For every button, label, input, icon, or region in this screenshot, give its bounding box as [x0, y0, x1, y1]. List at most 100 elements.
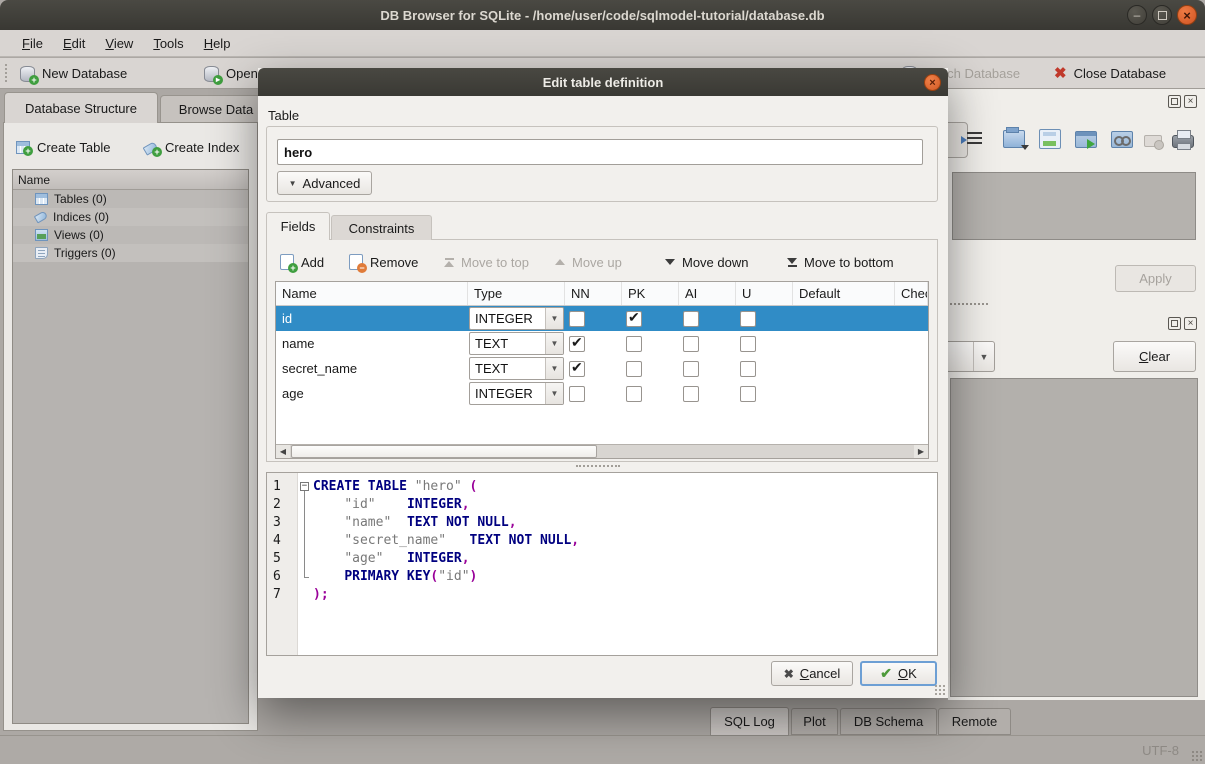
apply-button[interactable]: Apply	[1115, 265, 1196, 292]
tree-item[interactable]: Indices (0)	[13, 208, 248, 226]
dialog-resize-grip[interactable]	[934, 684, 945, 695]
maximize-icon[interactable]	[1152, 5, 1172, 25]
type-select[interactable]: INTEGER▼	[469, 382, 564, 405]
pk-checkbox[interactable]	[626, 336, 642, 352]
column-header-pk[interactable]: PK	[622, 282, 679, 305]
dialog-tab-fields[interactable]: Fields	[266, 212, 330, 240]
column-header-nn[interactable]: NN	[565, 282, 622, 305]
dialog-close-icon[interactable]: ×	[924, 74, 941, 91]
column-header-type[interactable]: Type	[468, 282, 565, 305]
toolbar-grip[interactable]	[5, 64, 11, 82]
nn-checkbox[interactable]	[569, 361, 585, 377]
scroll-left-icon[interactable]: ◀	[276, 445, 290, 458]
titlebar[interactable]: DB Browser for SQLite - /home/user/code/…	[0, 0, 1205, 30]
field-name-cell[interactable]: name	[276, 336, 468, 351]
tab-database-structure[interactable]: Database Structure	[4, 92, 158, 123]
fold-marker[interactable]	[297, 478, 313, 496]
bottom-tab-plot[interactable]: Plot	[791, 708, 838, 735]
dialog-titlebar[interactable]: Edit table definition ×	[258, 68, 948, 96]
sql-preview[interactable]: 1CREATE TABLE "hero" (2 "id" INTEGER,3 "…	[266, 472, 938, 656]
column-header-u[interactable]: U	[736, 282, 793, 305]
tab-browse-data[interactable]: Browse Data	[160, 95, 272, 123]
remove-button[interactable]: −Remove	[349, 249, 418, 275]
tree-item[interactable]: Views (0)	[13, 226, 248, 244]
move-down-button[interactable]: Move down	[665, 249, 748, 275]
null-toggle-icon[interactable]	[1144, 135, 1162, 147]
u-checkbox[interactable]	[740, 386, 756, 402]
cancel-button[interactable]: ✖ Cancel	[771, 661, 853, 686]
dock-float-icon[interactable]	[1168, 95, 1181, 108]
u-checkbox[interactable]	[740, 311, 756, 327]
scroll-right-icon[interactable]: ▶	[914, 445, 928, 458]
tree-item[interactable]: Tables (0)	[13, 190, 248, 208]
ai-checkbox[interactable]	[683, 336, 699, 352]
dock-splitter[interactable]	[950, 303, 988, 308]
pk-checkbox[interactable]	[626, 311, 642, 327]
encoding-indicator[interactable]: UTF-8	[1142, 743, 1179, 758]
chevron-down-icon[interactable]: ▼	[545, 308, 563, 329]
menu-tools[interactable]: Tools	[143, 33, 193, 54]
ai-checkbox[interactable]	[683, 361, 699, 377]
chevron-down-icon[interactable]: ▼	[545, 333, 563, 354]
new-database-button[interactable]: + New Database	[16, 61, 131, 86]
save-file-icon[interactable]	[1039, 129, 1061, 149]
open-file-icon[interactable]	[1003, 130, 1025, 148]
u-checkbox[interactable]	[740, 361, 756, 377]
menu-view[interactable]: View	[95, 33, 143, 54]
menu-file[interactable]: File	[12, 33, 53, 54]
dialog-tab-constraints[interactable]: Constraints	[331, 215, 432, 240]
close-database-button[interactable]: ✖ Close Database	[1050, 61, 1170, 86]
print-icon[interactable]	[1172, 135, 1194, 148]
nn-checkbox[interactable]	[569, 311, 585, 327]
chevron-down-icon[interactable]: ▼	[545, 383, 563, 404]
field-name-cell[interactable]: secret_name	[276, 361, 468, 376]
type-select[interactable]: INTEGER▼	[469, 307, 564, 330]
horizontal-scrollbar[interactable]: ◀ ▶	[276, 444, 928, 458]
type-select[interactable]: TEXT▼	[469, 357, 564, 380]
tree-header[interactable]: Name	[13, 170, 248, 190]
tree-item[interactable]: Triggers (0)	[13, 244, 248, 262]
menu-edit[interactable]: Edit	[53, 33, 95, 54]
clear-button[interactable]: Clear	[1113, 341, 1196, 372]
bottom-tab-remote[interactable]: Remote	[938, 708, 1011, 735]
field-row-age[interactable]: ageINTEGER▼	[276, 381, 928, 406]
move-to-bottom-button[interactable]: Move to bottom	[787, 249, 894, 275]
u-checkbox[interactable]	[740, 336, 756, 352]
schema-tree[interactable]: Name Tables (0)Indices (0)Views (0)Trigg…	[12, 169, 249, 724]
advanced-button[interactable]: ▼ Advanced	[277, 171, 372, 195]
dock-close-icon[interactable]: ×	[1184, 317, 1197, 330]
column-header-default[interactable]: Default	[793, 282, 895, 305]
link-icon[interactable]	[1111, 131, 1133, 148]
sql-log-list[interactable]	[950, 378, 1198, 697]
field-row-name[interactable]: nameTEXT▼	[276, 331, 928, 356]
menu-help[interactable]: Help	[194, 33, 241, 54]
chevron-down-icon[interactable]: ▼	[545, 358, 563, 379]
column-header-name[interactable]: Name	[276, 282, 468, 305]
field-row-id[interactable]: idINTEGER▼	[276, 306, 928, 331]
ok-button[interactable]: ✔ OK	[860, 661, 937, 686]
field-row-secret_name[interactable]: secret_nameTEXT▼	[276, 356, 928, 381]
ai-checkbox[interactable]	[683, 311, 699, 327]
ai-checkbox[interactable]	[683, 386, 699, 402]
pk-checkbox[interactable]	[626, 386, 642, 402]
dock-close-icon[interactable]: ×	[1184, 95, 1197, 108]
create-index-button[interactable]: + Create Index	[144, 135, 239, 159]
create-table-button[interactable]: + Create Table	[16, 135, 110, 159]
minimize-icon[interactable]: –	[1127, 5, 1147, 25]
scrollbar-thumb[interactable]	[291, 445, 597, 458]
column-header-check[interactable]: Check	[895, 282, 928, 305]
column-header-ai[interactable]: AI	[679, 282, 736, 305]
field-name-cell[interactable]: id	[276, 311, 468, 326]
bottom-tab-db-schema[interactable]: DB Schema	[840, 708, 937, 735]
resize-grip[interactable]	[1191, 750, 1202, 761]
cell-editor-textarea[interactable]	[952, 172, 1196, 240]
apply-cell-icon[interactable]	[1075, 131, 1097, 148]
nn-checkbox[interactable]	[569, 336, 585, 352]
pk-checkbox[interactable]	[626, 361, 642, 377]
close-icon[interactable]: ×	[1177, 5, 1197, 25]
format-lines-icon[interactable]	[967, 132, 982, 146]
dialog-splitter[interactable]	[576, 465, 620, 470]
add-button[interactable]: +Add	[280, 249, 324, 275]
table-name-input[interactable]	[277, 139, 923, 165]
bottom-tab-sql-log[interactable]: SQL Log	[710, 707, 789, 736]
